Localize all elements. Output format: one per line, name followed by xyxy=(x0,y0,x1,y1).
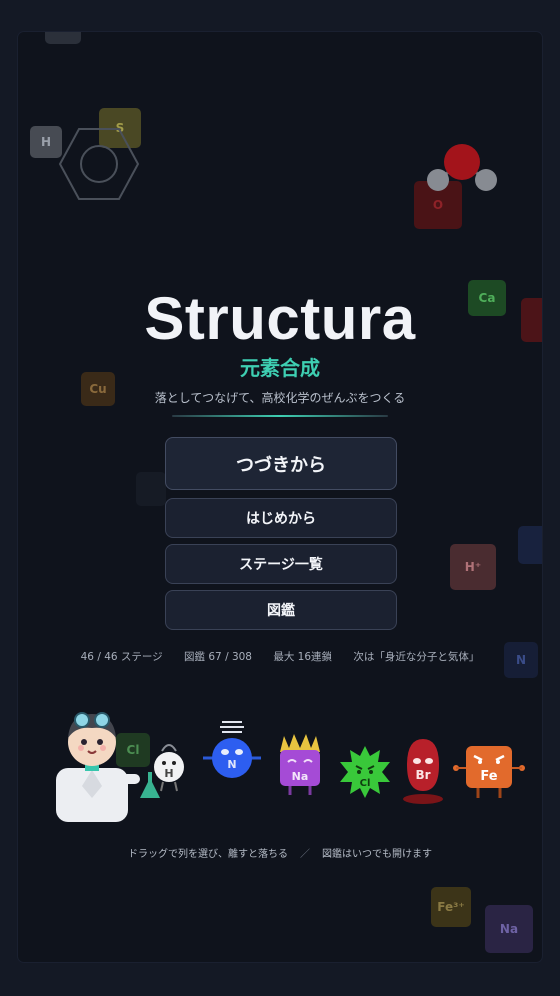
game-subtitle: 元素合成 xyxy=(240,356,320,380)
bg-tile-h-plus: H⁺ xyxy=(450,544,496,590)
encyclopedia-button[interactable]: 図鑑 xyxy=(165,590,397,630)
bg-tile-faint xyxy=(136,472,166,506)
encyclopedia-hint: 図鑑はいつでも開けます xyxy=(322,849,432,860)
iron-label: Fe xyxy=(480,769,497,784)
game-tagline: 落としてつなげて、高校化学のぜんぶをつくる xyxy=(154,391,406,405)
iron-character: Fe xyxy=(453,746,525,798)
bg-tile-top xyxy=(45,32,81,44)
chlorine-character: Cl xyxy=(340,746,390,798)
hydrogen-character: H xyxy=(154,744,184,792)
progress-stats: 46 / 46 ステージ 図鑑 67 / 308 最大 16連鎖 次は「身近な分… xyxy=(18,649,542,664)
nitrogen-label: N xyxy=(227,758,236,771)
stage-list-button[interactable]: ステージ一覧 xyxy=(165,544,397,584)
next-stage-text: 次は「身近な分子と気体」 xyxy=(353,651,480,663)
new-game-button[interactable]: はじめから xyxy=(165,498,397,538)
stage-progress: 46 / 46 ステージ xyxy=(80,651,163,663)
game-frame: H S O Ca Cu H⁺ N Cl Fe³⁺ Na Structura 元素… xyxy=(18,32,542,962)
nitrogen-character: N xyxy=(203,721,261,778)
title-divider xyxy=(172,415,388,417)
sodium-label: Na xyxy=(292,770,309,783)
water-molecule-shape xyxy=(427,144,497,191)
benzene-ring-shape xyxy=(58,128,140,200)
bromine-character: Br xyxy=(403,739,443,804)
bromine-label: Br xyxy=(415,768,430,782)
bg-tile-fe3: Fe³⁺ xyxy=(431,887,471,927)
continue-button[interactable]: つづきから xyxy=(165,437,397,490)
chlorine-label: Cl xyxy=(360,778,371,789)
bg-tile-blue-edge xyxy=(518,526,542,564)
max-chain-stat: 最大 16連鎖 xyxy=(273,651,333,663)
encyclopedia-progress: 図鑑 67 / 308 xyxy=(184,651,252,663)
hydrogen-label: H xyxy=(164,767,173,780)
sodium-character: Na xyxy=(280,734,320,795)
drag-hint: ドラッグで列を選び、離すと落ちる xyxy=(128,849,288,860)
game-title: Structura xyxy=(144,285,416,352)
hint-separator: ／ xyxy=(300,849,310,860)
controls-hint: ドラッグで列を選び、離すと落ちる ／ 図鑑はいつでも開けます xyxy=(18,845,542,860)
bg-tile-na: Na xyxy=(485,905,533,953)
